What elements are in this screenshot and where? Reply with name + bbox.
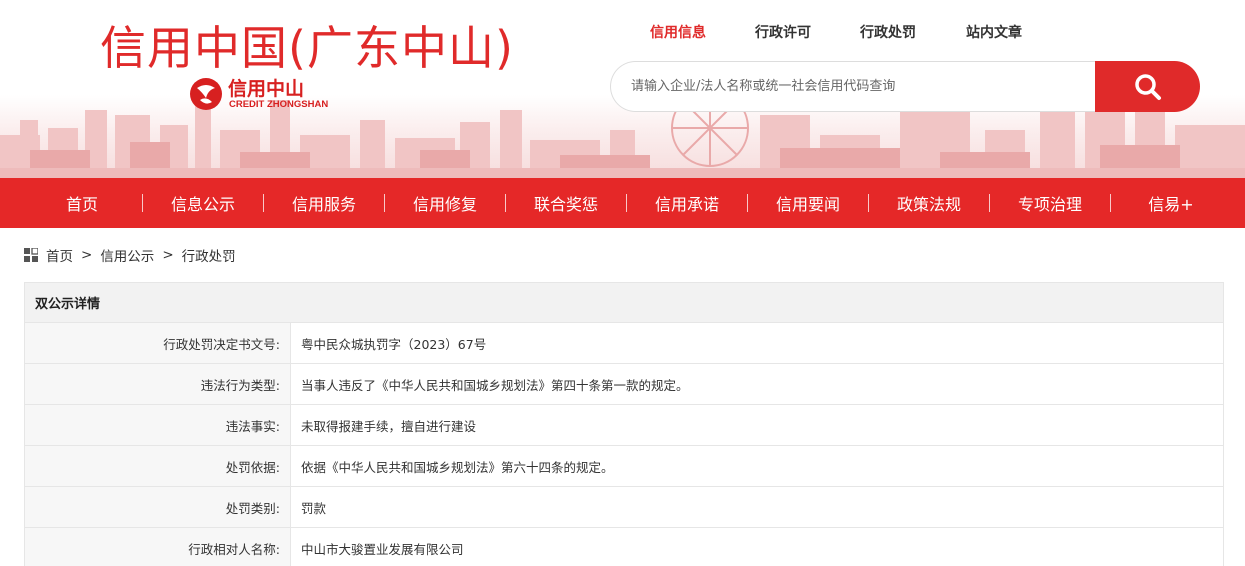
- site-title: 信用中国(广东中山): [100, 21, 514, 75]
- search-bar: [610, 61, 1200, 112]
- row-label: 行政处罚决定书文号:: [25, 323, 291, 363]
- table-row: 行政处罚决定书文号: 粤中民众城执罚字（2023）67号: [24, 323, 1224, 364]
- topnav-admin-license[interactable]: 行政许可: [755, 22, 811, 42]
- table-row: 违法事实: 未取得报建手续，擅自进行建设: [24, 405, 1224, 446]
- nav-credit-service[interactable]: 信用服务: [264, 191, 384, 215]
- breadcrumb-separator: >: [162, 247, 174, 263]
- nav-credit-news[interactable]: 信用要闻: [748, 191, 868, 215]
- credit-logo-icon: [190, 78, 222, 110]
- nav-info-disclosure[interactable]: 信息公示: [143, 191, 263, 215]
- row-value: 中山市大骏置业发展有限公司: [301, 541, 464, 557]
- grid-icon: [24, 248, 38, 262]
- row-label: 违法行为类型:: [25, 364, 291, 404]
- nav-policies-regulations[interactable]: 政策法规: [869, 191, 989, 215]
- table-row: 行政相对人名称: 中山市大骏置业发展有限公司: [24, 528, 1224, 566]
- row-value: 依据《中华人民共和国城乡规划法》第六十四条的规定。: [301, 459, 614, 475]
- row-label: 行政相对人名称:: [25, 528, 291, 566]
- topnav-admin-penalty[interactable]: 行政处罚: [860, 22, 916, 42]
- detail-title: 双公示详情: [24, 282, 1224, 323]
- nav-credit-repair[interactable]: 信用修复: [385, 191, 505, 215]
- row-value: 未取得报建手续，擅自进行建设: [301, 418, 477, 434]
- row-value: 当事人违反了《中华人民共和国城乡规划法》第四十条第一款的规定。: [301, 377, 689, 393]
- row-label: 处罚类别:: [25, 487, 291, 527]
- breadcrumb: 首页 > 信用公示 > 行政处罚: [24, 245, 236, 265]
- search-input[interactable]: [610, 61, 1110, 112]
- logo-chinese-text: 信用中山: [228, 78, 305, 100]
- table-row: 违法行为类型: 当事人违反了《中华人民共和国城乡规划法》第四十条第一款的规定。: [24, 364, 1224, 405]
- site-logo[interactable]: 信用中山 CREDIT ZHONGSHAN: [188, 74, 348, 114]
- row-value: 粤中民众城执罚字（2023）67号: [301, 336, 487, 352]
- table-row: 处罚类别: 罚款: [24, 487, 1224, 528]
- row-label: 违法事实:: [25, 405, 291, 445]
- nav-special-governance[interactable]: 专项治理: [990, 191, 1110, 215]
- nav-joint-rewards-penalties[interactable]: 联合奖惩: [506, 191, 626, 215]
- breadcrumb-credit-disclosure[interactable]: 信用公示: [100, 245, 154, 265]
- nav-xinyi-plus[interactable]: 信易+: [1111, 191, 1231, 215]
- detail-panel: 双公示详情 行政处罚决定书文号: 粤中民众城执罚字（2023）67号 违法行为类…: [24, 282, 1224, 566]
- breadcrumb-admin-penalty[interactable]: 行政处罚: [182, 245, 236, 265]
- nav-home[interactable]: 首页: [22, 191, 142, 215]
- logo-english-text: CREDIT ZHONGSHAN: [229, 99, 329, 110]
- header-banner: 信用中国(广东中山) 信用中山 CREDIT ZHONGSHAN 信用信息 行政…: [0, 0, 1245, 178]
- search-button[interactable]: [1095, 61, 1200, 112]
- main-navigation: 首页 信息公示 信用服务 信用修复 联合奖惩 信用承诺 信用要闻 政策法规 专项…: [0, 178, 1245, 228]
- breadcrumb-separator: >: [81, 247, 93, 263]
- breadcrumb-home[interactable]: 首页: [46, 245, 73, 265]
- topnav-credit-info[interactable]: 信用信息: [650, 22, 706, 42]
- table-row: 处罚依据: 依据《中华人民共和国城乡规划法》第六十四条的规定。: [24, 446, 1224, 487]
- search-icon: [1134, 73, 1161, 100]
- topnav-site-articles[interactable]: 站内文章: [966, 22, 1022, 42]
- nav-credit-commitment[interactable]: 信用承诺: [627, 191, 747, 215]
- row-value: 罚款: [301, 500, 327, 516]
- row-label: 处罚依据:: [25, 446, 291, 486]
